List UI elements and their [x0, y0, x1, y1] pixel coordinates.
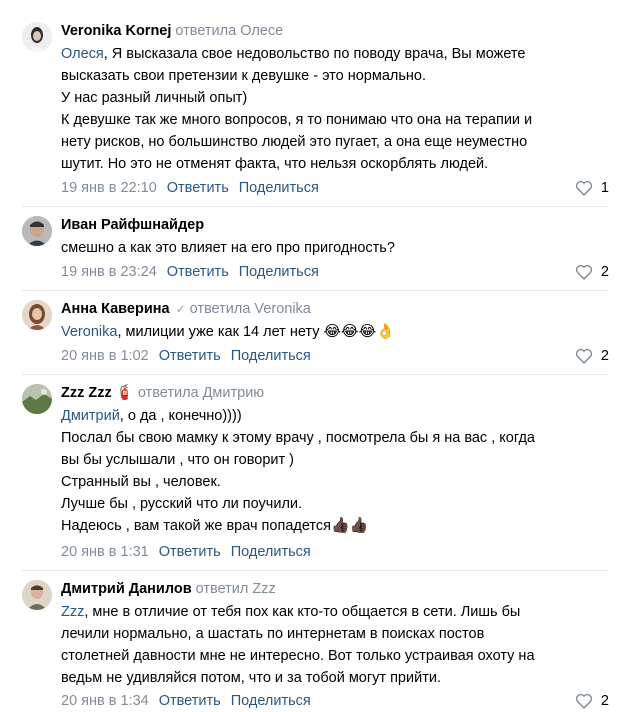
text-line: К девушке так же много вопросов, я то по…: [61, 112, 533, 128]
avatar[interactable]: [22, 384, 52, 414]
like-button[interactable]: 2: [575, 347, 609, 365]
heart-icon: [575, 264, 593, 280]
author-line: Иван Райфшнайдер: [61, 216, 204, 234]
text-line: шутит. Но это не отменят факта, что нель…: [61, 156, 489, 172]
avatar[interactable]: [22, 216, 52, 246]
reply-button[interactable]: Ответить: [167, 180, 229, 196]
share-button[interactable]: Поделиться: [231, 544, 311, 560]
text-line: Послал бы свою мамку к этому врачу , пос…: [61, 430, 535, 446]
text-line: Надеюсь , вам такой же врач попадется: [61, 518, 332, 534]
text-line: нету рисков, но большинство людей это пу…: [61, 134, 528, 150]
reply-to[interactable]: ответил Zzz: [196, 581, 276, 597]
author-name[interactable]: Zzz Zzz: [61, 385, 112, 401]
author-name[interactable]: Иван Райфшнайдер: [61, 217, 204, 233]
heart-icon: [575, 693, 593, 709]
text-line: , милиции уже как 14 лет нету: [117, 324, 320, 340]
timestamp[interactable]: 19 янв в 22:10: [61, 180, 157, 196]
text-line: высказать свои претензии к девушке - это…: [61, 68, 427, 84]
text-line: вы бы услышали , что он говорит ): [61, 452, 294, 468]
share-button[interactable]: Поделиться: [239, 264, 319, 280]
reply-to[interactable]: ответила Veronika: [190, 301, 311, 317]
comment-meta: 19 янв в 23:24 Ответить Поделиться: [61, 263, 319, 281]
comment-meta: 20 янв в 1:34 Ответить Поделиться: [61, 692, 311, 710]
text-line: Странный вы , человек.: [61, 474, 221, 490]
timestamp[interactable]: 20 янв в 1:31: [61, 544, 149, 560]
like-count: 2: [600, 348, 609, 364]
mention-link[interactable]: Дмитрий: [61, 408, 120, 424]
mention-link[interactable]: Zzz: [61, 604, 84, 620]
text-line: смешно а как это влияет на его про приго…: [61, 240, 395, 256]
reply-to[interactable]: ответила Олесе: [175, 23, 283, 39]
like-count: 1: [600, 180, 609, 196]
heart-icon: [575, 180, 593, 196]
avatar[interactable]: [22, 580, 52, 610]
text-line: , Я высказала свое недовольство по повод…: [103, 46, 526, 62]
text-line: лечили нормально, а шастать по интернета…: [61, 626, 485, 642]
author-name[interactable]: Veronika Kornej: [61, 23, 171, 39]
mention-link[interactable]: Олеся: [61, 46, 104, 62]
author-line: Zzz Zzz 🧯 ответила Дмитрию: [61, 384, 264, 402]
text-line: , о да , конечно)))): [119, 408, 242, 424]
like-button[interactable]: 2: [575, 263, 609, 281]
comment-text: смешно а как это влияет на его про приго…: [61, 237, 601, 259]
author-line: Veronika Kornej ответила Олесе: [61, 22, 283, 40]
share-button[interactable]: Поделиться: [231, 348, 311, 364]
emoji: 😂😂😂👌: [323, 323, 395, 340]
author-line: Дмитрий Данилов ответил Zzz: [61, 580, 276, 598]
comment-meta: 19 янв в 22:10 Ответить Поделиться: [61, 179, 319, 197]
check-icon: ✓: [175, 302, 186, 316]
reply-button[interactable]: Ответить: [167, 264, 229, 280]
share-button[interactable]: Поделиться: [239, 180, 319, 196]
divider: [22, 206, 609, 207]
author-line: Анна Каверина ✓ ответила Veronika: [61, 300, 311, 318]
like-button[interactable]: 2: [575, 692, 609, 710]
divider: [22, 570, 609, 571]
text-line: , мне в отличие от тебя пох как кто-то о…: [84, 604, 521, 620]
heart-icon: [575, 348, 593, 364]
reply-button[interactable]: Ответить: [159, 348, 221, 364]
timestamp[interactable]: 19 янв в 23:24: [61, 264, 157, 280]
fire-extinguisher-icon: 🧯: [115, 385, 134, 401]
comment-meta: 20 янв в 1:31 Ответить Поделиться: [61, 543, 311, 561]
divider: [22, 290, 609, 291]
comment-text: Дмитрий, о да , конечно)))) Послал бы св…: [61, 405, 601, 537]
avatar[interactable]: [22, 22, 52, 52]
like-button[interactable]: 1: [575, 179, 609, 197]
text-line: Лучше бы , русский что ли поучили.: [61, 496, 303, 512]
reply-to[interactable]: ответила Дмитрию: [138, 385, 264, 401]
like-count: 2: [600, 264, 609, 280]
avatar[interactable]: [22, 300, 52, 330]
reply-button[interactable]: Ответить: [159, 544, 221, 560]
share-button[interactable]: Поделиться: [231, 693, 311, 709]
divider: [22, 374, 609, 375]
comment-text: Veronika, милиции уже как 14 лет нету 😂😂…: [61, 321, 601, 343]
reply-button[interactable]: Ответить: [159, 693, 221, 709]
emoji: 👍🏿👍🏿: [331, 517, 369, 534]
text-line: У нас разный личный опыт): [61, 90, 248, 106]
author-name[interactable]: Дмитрий Данилов: [61, 581, 192, 597]
timestamp[interactable]: 20 янв в 1:34: [61, 693, 149, 709]
comment-text: Zzz, мне в отличие от тебя пох как кто-т…: [61, 601, 601, 689]
like-count: 2: [600, 693, 609, 709]
comment-meta: 20 янв в 1:02 Ответить Поделиться: [61, 347, 311, 365]
author-name[interactable]: Анна Каверина: [61, 301, 170, 317]
comment-text: Олеся, Я высказала свое недовольство по …: [61, 43, 601, 175]
timestamp[interactable]: 20 янв в 1:02: [61, 348, 149, 364]
mention-link[interactable]: Veronika: [61, 324, 117, 340]
text-line: столетней давности мне не интересно. Вот…: [61, 648, 535, 664]
text-line: ведьм не удивляйся потом, что и за тобой…: [61, 670, 441, 686]
